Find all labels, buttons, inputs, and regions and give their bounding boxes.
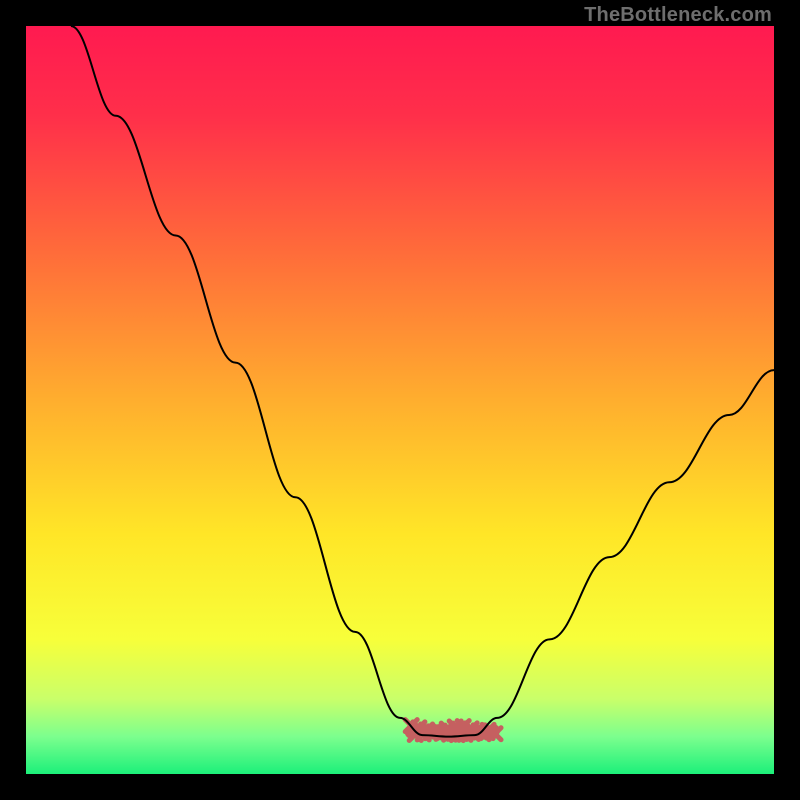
- watermark-text: TheBottleneck.com: [584, 4, 772, 27]
- chart-plot: [26, 26, 774, 774]
- chart-frame: [26, 26, 774, 774]
- gradient-bg: [26, 26, 774, 774]
